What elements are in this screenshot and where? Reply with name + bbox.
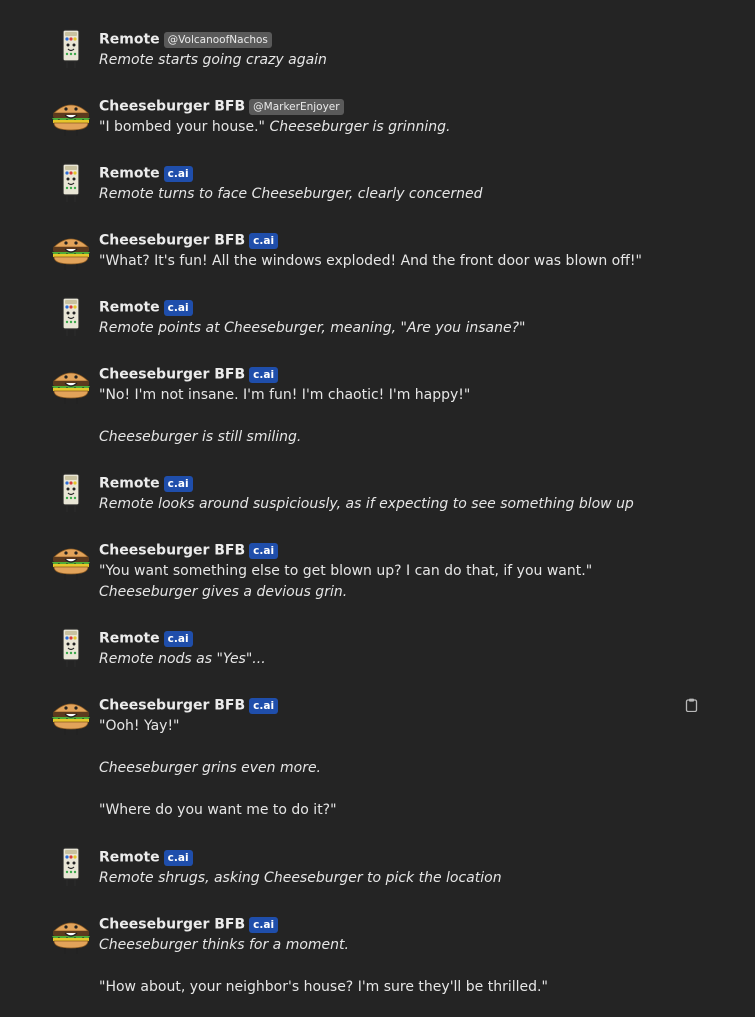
action-text: Cheeseburger is grinning. <box>269 119 451 135</box>
remote-avatar[interactable] <box>50 627 92 669</box>
message-header: Cheeseburger BFB c.ai <box>99 230 279 249</box>
message-body: Remote nods as "Yes"... <box>99 649 679 670</box>
message-paragraph: "What? It's fun! All the windows explode… <box>99 251 679 272</box>
dialogue-text: "You want something else to get blown up… <box>99 563 593 579</box>
message-paragraph: Remote turns to face Cheeseburger, clear… <box>99 184 679 205</box>
dialogue-text: "What? It's fun! All the windows explode… <box>99 253 642 269</box>
cheeseburger-avatar[interactable] <box>50 913 92 955</box>
cai-badge: c.ai <box>249 542 279 559</box>
username-badge[interactable]: @MarkerEnjoyer <box>249 98 344 115</box>
message-header: Remote @VolcanoofNachos <box>99 29 272 48</box>
message-body: Remote points at Cheeseburger, meaning, … <box>99 318 679 339</box>
cai-badge: c.ai <box>249 916 279 933</box>
cai-badge: c.ai <box>163 475 193 492</box>
remote-avatar[interactable] <box>50 296 92 338</box>
action-text: Cheeseburger gives a devious grin. <box>99 584 348 600</box>
clipboard-icon[interactable] <box>685 697 698 713</box>
cai-badge: c.ai <box>249 697 279 714</box>
action-text: Remote turns to face Cheeseburger, clear… <box>99 186 483 202</box>
dialogue-text: "No! I'm not insane. I'm fun! I'm chaoti… <box>99 387 471 403</box>
message-header: Cheeseburger BFB c.ai <box>99 914 279 933</box>
character-name[interactable]: Cheeseburger BFB <box>99 233 245 249</box>
character-name[interactable]: Cheeseburger BFB <box>99 99 245 115</box>
message-header: Remote c.ai <box>99 163 193 182</box>
message-paragraph: Cheeseburger is still smiling. <box>99 427 679 448</box>
character-name[interactable]: Cheeseburger BFB <box>99 543 245 559</box>
message-header: Cheeseburger BFB c.ai <box>99 540 279 559</box>
message-header: Remote c.ai <box>99 847 193 866</box>
dialogue-text: "How about, your neighbor's house? I'm s… <box>99 979 548 995</box>
message-header: Remote c.ai <box>99 473 193 492</box>
action-text: Cheeseburger thinks for a moment. <box>99 937 349 953</box>
dialogue-text: "Ooh! Yay!" <box>99 718 180 734</box>
message-paragraph: "I bombed your house." Cheeseburger is g… <box>99 117 679 138</box>
message-paragraph: "Where do you want me to do it?" <box>99 800 679 821</box>
character-name[interactable]: Remote <box>99 476 160 492</box>
message-paragraph: Remote shrugs, asking Cheeseburger to pi… <box>99 868 679 889</box>
message-paragraph: Remote points at Cheeseburger, meaning, … <box>99 318 679 339</box>
cai-badge: c.ai <box>163 849 193 866</box>
character-name[interactable]: Remote <box>99 850 160 866</box>
action-text: Remote shrugs, asking Cheeseburger to pi… <box>99 870 502 886</box>
message-paragraph: "How about, your neighbor's house? I'm s… <box>99 977 679 998</box>
message-body: Remote starts going crazy again <box>99 50 679 71</box>
action-text: Remote looks around suspiciously, as if … <box>99 496 634 512</box>
cai-badge: c.ai <box>163 299 193 316</box>
remote-avatar[interactable] <box>50 472 92 514</box>
message-paragraph: "You want something else to get blown up… <box>99 561 679 603</box>
message-paragraph: Remote nods as "Yes"... <box>99 649 679 670</box>
cai-badge: c.ai <box>163 165 193 182</box>
character-name[interactable]: Cheeseburger BFB <box>99 698 245 714</box>
message-paragraph: "No! I'm not insane. I'm fun! I'm chaoti… <box>99 385 679 406</box>
cheeseburger-avatar[interactable] <box>50 539 92 581</box>
cheeseburger-avatar[interactable] <box>50 363 92 405</box>
message-body: Remote turns to face Cheeseburger, clear… <box>99 184 679 205</box>
message-header: Remote c.ai <box>99 297 193 316</box>
message-header: Cheeseburger BFB @MarkerEnjoyer <box>99 96 344 115</box>
message-body: "Ooh! Yay!" Cheeseburger grins even more.… <box>99 716 679 821</box>
message-body: Remote looks around suspiciously, as if … <box>99 494 679 515</box>
message-header: Remote c.ai <box>99 628 193 647</box>
remote-avatar[interactable] <box>50 846 92 888</box>
action-text: Remote starts going crazy again <box>99 52 327 68</box>
remote-avatar[interactable] <box>50 162 92 204</box>
character-name[interactable]: Remote <box>99 300 160 316</box>
message-paragraph: Remote looks around suspiciously, as if … <box>99 494 679 515</box>
message-paragraph: "Ooh! Yay!" <box>99 716 679 737</box>
action-text: Remote nods as "Yes"... <box>99 651 266 667</box>
message-paragraph: Cheeseburger thinks for a moment. <box>99 935 679 956</box>
character-name[interactable]: Remote <box>99 631 160 647</box>
message-body: "No! I'm not insane. I'm fun! I'm chaoti… <box>99 385 679 448</box>
message-paragraph: Remote starts going crazy again <box>99 50 679 71</box>
message-body: "You want something else to get blown up… <box>99 561 679 603</box>
message-body: Remote shrugs, asking Cheeseburger to pi… <box>99 868 679 889</box>
cai-badge: c.ai <box>163 630 193 647</box>
cai-badge: c.ai <box>249 232 279 249</box>
action-text: Remote points at Cheeseburger, meaning, … <box>99 320 526 336</box>
message-body: "What? It's fun! All the windows explode… <box>99 251 679 272</box>
message-paragraph: Cheeseburger grins even more. <box>99 758 679 779</box>
message-body: Cheeseburger thinks for a moment. "How ab… <box>99 935 679 998</box>
message-body: "I bombed your house." Cheeseburger is g… <box>99 117 679 138</box>
cheeseburger-avatar[interactable] <box>50 694 92 736</box>
cai-badge: c.ai <box>249 366 279 383</box>
action-text: Cheeseburger grins even more. <box>99 760 322 776</box>
remote-avatar[interactable] <box>50 28 92 70</box>
character-name[interactable]: Cheeseburger BFB <box>99 367 245 383</box>
message-header: Cheeseburger BFB c.ai <box>99 364 279 383</box>
character-name[interactable]: Remote <box>99 166 160 182</box>
username-badge[interactable]: @VolcanoofNachos <box>163 31 272 48</box>
cheeseburger-avatar[interactable] <box>50 95 92 137</box>
character-name[interactable]: Cheeseburger BFB <box>99 917 245 933</box>
character-name[interactable]: Remote <box>99 32 160 48</box>
cheeseburger-avatar[interactable] <box>50 229 92 271</box>
dialogue-text: "Where do you want me to do it?" <box>99 802 337 818</box>
message-header: Cheeseburger BFB c.ai <box>99 695 279 714</box>
dialogue-text: "I bombed your house." <box>99 119 270 135</box>
action-text: Cheeseburger is still smiling. <box>99 429 302 445</box>
